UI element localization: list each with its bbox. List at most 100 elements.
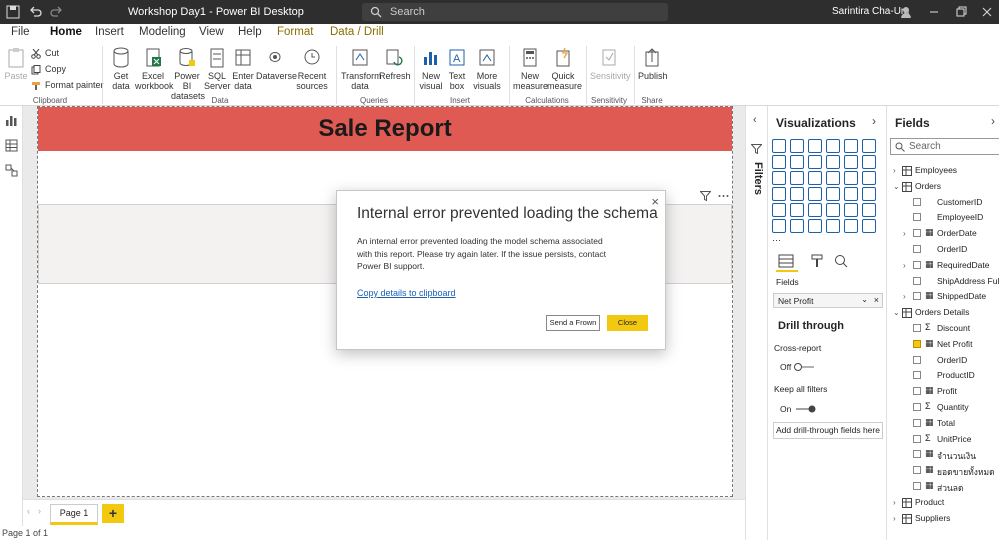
cut-button[interactable]: Cut xyxy=(31,48,59,59)
remove-field-icon[interactable]: × xyxy=(874,295,879,305)
field-checkbox[interactable] xyxy=(913,229,921,238)
field-checkbox[interactable] xyxy=(913,466,921,475)
copy-button[interactable]: Copy xyxy=(31,64,66,75)
visual-type-icon[interactable] xyxy=(808,187,822,201)
model-view-icon[interactable] xyxy=(5,164,18,177)
field-checkbox[interactable] xyxy=(913,260,921,269)
more-options-icon[interactable] xyxy=(718,194,729,198)
visual-type-icon[interactable] xyxy=(862,219,876,233)
format-tab-icon[interactable] xyxy=(810,254,824,268)
tab-help[interactable]: Help xyxy=(238,26,262,38)
new-visual-button[interactable]: New visual xyxy=(417,47,445,91)
visual-type-icon[interactable] xyxy=(826,187,840,201)
chevron-right-icon[interactable]: › xyxy=(903,229,906,238)
visual-type-icon[interactable] xyxy=(826,219,840,233)
field-row[interactable]: Σ Discount xyxy=(887,321,999,337)
field-row[interactable]: Σ UnitPrice xyxy=(887,432,999,448)
visual-type-icon[interactable] xyxy=(844,219,858,233)
visual-type-icon[interactable] xyxy=(790,203,804,217)
field-checkbox[interactable] xyxy=(913,482,921,490)
field-checkbox[interactable] xyxy=(913,434,921,443)
field-checkbox[interactable] xyxy=(913,371,921,380)
add-page-button[interactable]: + xyxy=(102,504,124,523)
visual-type-icon[interactable] xyxy=(862,155,876,169)
visual-type-icon[interactable] xyxy=(772,155,786,169)
visual-type-icon[interactable] xyxy=(772,203,786,217)
visual-type-icon[interactable] xyxy=(790,155,804,169)
visual-type-icon[interactable] xyxy=(808,171,822,185)
copy-details-link[interactable]: Copy details to clipboard xyxy=(357,288,456,298)
quick-measure-button[interactable]: Quick measure xyxy=(547,47,582,91)
tab-insert[interactable]: Insert xyxy=(95,26,124,38)
field-row[interactable]: ▦ Net Profit xyxy=(887,337,999,353)
field-row[interactable]: ▦ Profit xyxy=(887,384,999,400)
fields-tab-icon[interactable] xyxy=(778,254,794,268)
chevron-right-icon[interactable]: › xyxy=(903,261,906,270)
collapse-viz-icon[interactable]: › xyxy=(872,114,876,128)
visual-type-icon[interactable] xyxy=(862,187,876,201)
pbi-datasets-button[interactable]: Power BI datasets xyxy=(171,47,205,101)
visual-type-icon[interactable] xyxy=(790,219,804,233)
visual-type-icon[interactable] xyxy=(844,155,858,169)
restore-icon[interactable] xyxy=(953,4,969,20)
get-data-button[interactable]: Get data xyxy=(107,47,135,91)
visual-type-icon[interactable] xyxy=(862,171,876,185)
visual-type-icon[interactable] xyxy=(844,203,858,217)
prev-page-icon[interactable]: ‹ xyxy=(27,506,30,516)
tab-view[interactable]: View xyxy=(199,26,224,38)
analytics-tab-icon[interactable] xyxy=(834,254,848,268)
field-table-row[interactable]: › Employees xyxy=(887,163,999,179)
account-icon[interactable] xyxy=(898,4,914,20)
field-row[interactable]: › ▦ ShippedDate xyxy=(887,289,999,305)
field-checkbox[interactable] xyxy=(913,276,921,285)
add-drill-fields-button[interactable]: Add drill-through fields here xyxy=(773,422,883,439)
dataverse-button[interactable]: Dataverse xyxy=(256,47,297,81)
field-row[interactable]: ▦ ยอดขายทั้งหมด xyxy=(887,463,999,479)
field-row[interactable]: CustomerID xyxy=(887,195,999,211)
recent-sources-button[interactable]: Recent sources xyxy=(294,47,330,91)
field-table-row[interactable]: › Product xyxy=(887,495,999,511)
minimize-icon[interactable] xyxy=(926,4,942,20)
visual-type-icon[interactable] xyxy=(826,139,840,153)
visual-type-icon[interactable] xyxy=(862,139,876,153)
field-row[interactable]: Σ Quantity xyxy=(887,400,999,416)
more-visual-types-icon[interactable]: ··· xyxy=(772,235,786,249)
visual-type-icon[interactable] xyxy=(808,219,822,233)
chevron-right-icon[interactable]: › xyxy=(903,292,906,301)
field-table-row[interactable]: ⌄ Orders Details xyxy=(887,305,999,321)
visual-type-icon[interactable] xyxy=(772,187,786,201)
visual-type-icon[interactable] xyxy=(790,171,804,185)
field-checkbox[interactable] xyxy=(913,213,921,222)
refresh-button[interactable]: Refresh xyxy=(379,47,411,81)
fields-search-input[interactable]: Search xyxy=(890,138,999,155)
more-visuals-button[interactable]: More visuals xyxy=(470,47,504,91)
save-icon[interactable] xyxy=(6,5,20,19)
new-measure-button[interactable]: New measure xyxy=(513,47,548,91)
excel-workbook-button[interactable]: Excel workbook xyxy=(135,47,174,91)
field-checkbox[interactable] xyxy=(913,324,921,332)
undo-icon[interactable] xyxy=(28,4,44,20)
tab-home[interactable]: Home xyxy=(48,26,84,47)
field-row[interactable]: OrderID xyxy=(887,242,999,258)
page-tab-1[interactable]: Page 1 xyxy=(50,504,98,525)
enter-data-button[interactable]: Enter data xyxy=(231,47,255,91)
close-window-icon[interactable] xyxy=(979,4,995,20)
visual-type-icon[interactable] xyxy=(844,139,858,153)
visual-type-icon[interactable] xyxy=(772,219,786,233)
field-checkbox[interactable] xyxy=(913,245,921,253)
filters-pane[interactable]: ‹ Filters xyxy=(745,106,768,540)
field-row[interactable]: › ▦ OrderDate xyxy=(887,226,999,242)
visual-type-icon[interactable] xyxy=(772,171,786,185)
title-banner[interactable]: Sale Report xyxy=(38,107,732,151)
chevron-down-icon[interactable]: ⌄ xyxy=(893,182,900,191)
tab-format[interactable]: Format xyxy=(277,26,313,38)
visual-type-icon[interactable] xyxy=(808,155,822,169)
text-box-button[interactable]: A Text box xyxy=(445,47,469,91)
visual-type-icon[interactable] xyxy=(826,155,840,169)
redo-icon[interactable] xyxy=(48,4,64,20)
visual-type-icon[interactable] xyxy=(844,171,858,185)
visual-type-icon[interactable] xyxy=(772,139,786,153)
field-row[interactable]: ShipAddress Full xyxy=(887,274,999,290)
visual-type-icon[interactable] xyxy=(808,139,822,153)
field-checkbox[interactable] xyxy=(913,403,921,411)
